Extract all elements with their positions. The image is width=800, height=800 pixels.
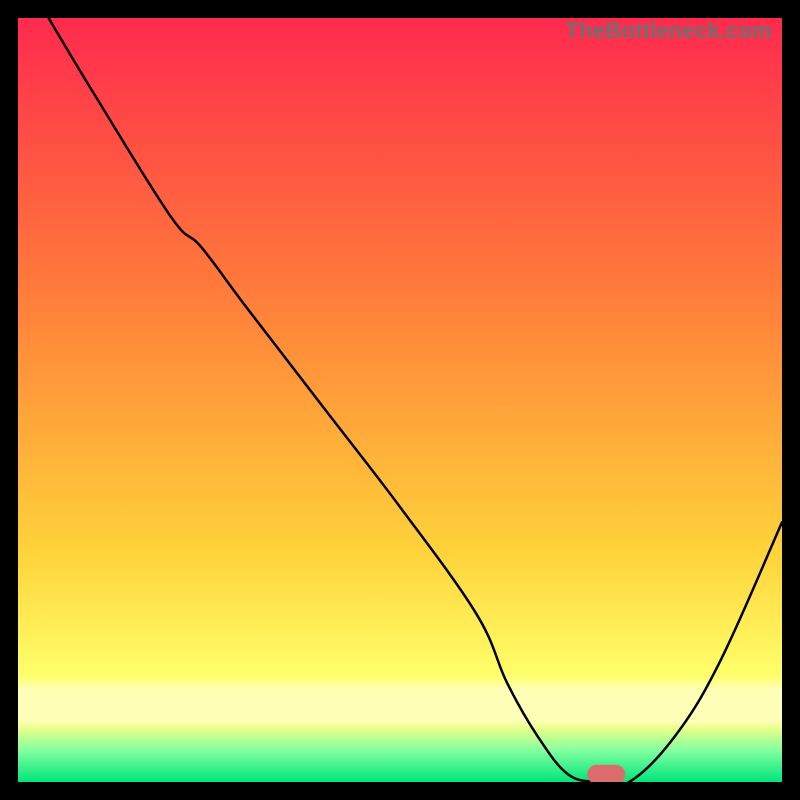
gradient-background	[18, 18, 782, 782]
plot-area: TheBottleneck.com	[18, 18, 782, 782]
optimal-marker	[587, 765, 625, 782]
chart-svg	[18, 18, 782, 782]
watermark-text: TheBottleneck.com	[566, 18, 772, 44]
chart-frame: TheBottleneck.com	[0, 0, 800, 800]
